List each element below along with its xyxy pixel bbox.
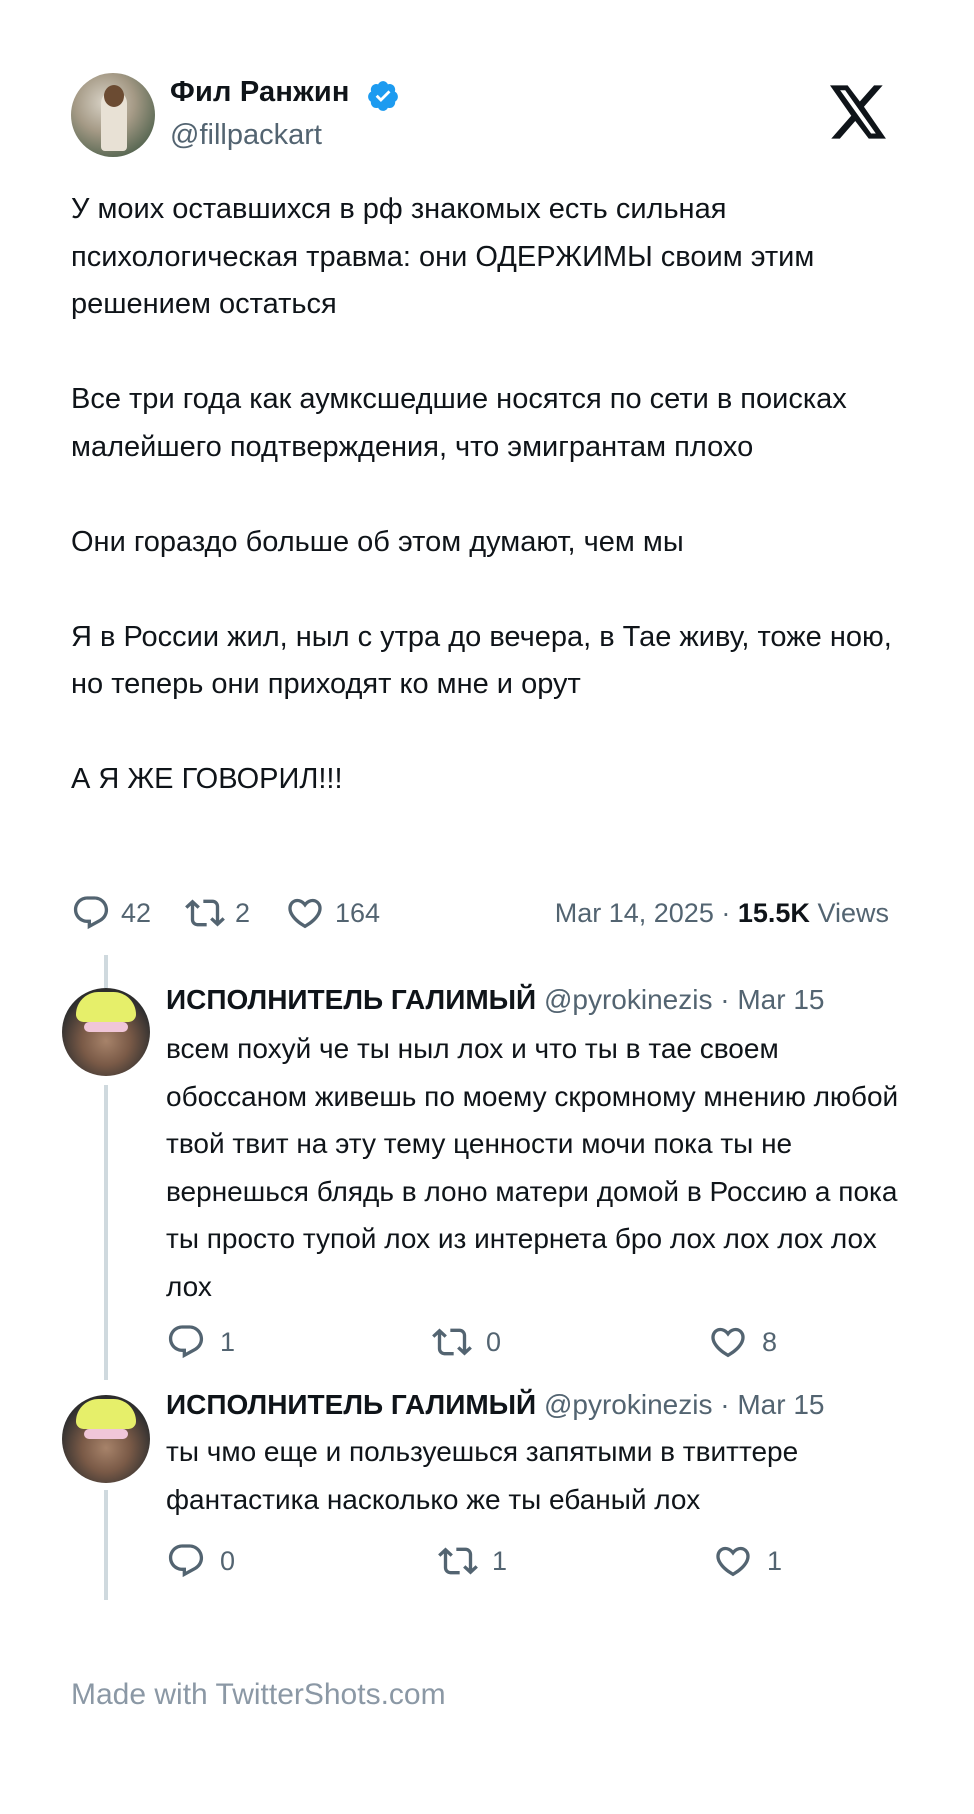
heart-icon [716, 1546, 750, 1577]
avatar-head [104, 85, 124, 107]
reply-author-handle[interactable]: @pyrokinezis [544, 984, 712, 1015]
heart-icon [711, 1327, 745, 1358]
reply-avatar[interactable] [62, 988, 150, 1076]
reply-text: ты чмо еще и пользуешься запятыми в твит… [166, 1436, 799, 1515]
reply-icon [73, 896, 109, 930]
reply-icon [168, 1544, 204, 1578]
avatar-hair [76, 992, 136, 1022]
reply-date[interactable]: · Mar 15 [720, 984, 824, 1015]
reply-like-button[interactable]: 1 [713, 1541, 782, 1581]
reply-retweet-button[interactable]: 0 [432, 1322, 501, 1362]
tweet-stats: 42 2 164 Mar 14, 2025 · 15.5K Views [0, 893, 974, 933]
like-count: 164 [335, 897, 381, 928]
reply-count: 42 [121, 897, 152, 928]
views-count: 15.5K [737, 898, 810, 928]
retweet-button[interactable]: 2 [185, 893, 250, 933]
like-count: 1 [767, 1545, 783, 1576]
retweet-count: 1 [492, 1545, 508, 1576]
footer-credit[interactable]: Made with TwitterShots.com [71, 1678, 446, 1712]
thread-line [104, 1490, 108, 1600]
like-count: 8 [762, 1326, 778, 1357]
tweet-text: У моих оставшихся в рф знакомых есть сил… [71, 193, 892, 795]
heart-icon [288, 898, 322, 929]
reply-reply-button[interactable]: 0 [166, 1541, 235, 1581]
author-name[interactable]: Фил Ранжин [170, 76, 350, 109]
retweet-icon [438, 1547, 478, 1575]
reply-retweet-button[interactable]: 1 [438, 1541, 507, 1581]
like-button[interactable]: 164 [285, 893, 380, 933]
views-label: Views [817, 898, 889, 928]
author-handle[interactable]: @fillpackart [170, 119, 322, 152]
reply-header: ИСПОЛНИТЕЛЬ ГАЛИМЫЙ @pyrokinezis · Mar 1… [166, 1389, 824, 1421]
tweet-date[interactable]: Mar 14, 2025 [555, 898, 714, 928]
reply-button[interactable]: 42 [71, 893, 151, 933]
x-logo-icon[interactable] [830, 85, 888, 139]
avatar-hair [76, 1399, 136, 1429]
retweet-count: 0 [486, 1326, 502, 1357]
reply-author-name[interactable]: ИСПОЛНИТЕЛЬ ГАЛИМЫЙ [166, 984, 536, 1015]
avatar-glasses [84, 1429, 128, 1439]
reply-author-name[interactable]: ИСПОЛНИТЕЛЬ ГАЛИМЫЙ [166, 1389, 536, 1420]
reply-header: ИСПОЛНИТЕЛЬ ГАЛИМЫЙ @pyrokinezis · Mar 1… [166, 984, 824, 1016]
reply-text: всем похуй че ты ныл лох и что ты в тае … [166, 1033, 899, 1302]
reply-avatar[interactable] [62, 1395, 150, 1483]
reply-count: 0 [220, 1545, 236, 1576]
reply-like-button[interactable]: 8 [708, 1322, 777, 1362]
meta-separator: · [721, 898, 731, 928]
reply-icon [168, 1325, 204, 1359]
retweet-count: 2 [235, 897, 251, 928]
retweet-icon [185, 899, 225, 927]
retweet-icon [432, 1328, 472, 1356]
tweet-meta: Mar 14, 2025 · 15.5K Views [555, 893, 889, 933]
reply-count: 1 [220, 1326, 236, 1357]
reply-reply-button[interactable]: 1 [166, 1322, 235, 1362]
tweet-screenshot: Фил Ранжин @fillpackart У моих оставшихс… [0, 0, 974, 1814]
thread-line [104, 1085, 108, 1380]
verified-badge-icon [368, 81, 398, 111]
avatar-glasses [84, 1022, 128, 1032]
thread-line [104, 955, 108, 988]
reply-date[interactable]: · Mar 15 [720, 1389, 824, 1420]
reply-author-handle[interactable]: @pyrokinezis [544, 1389, 712, 1420]
author-avatar[interactable] [71, 73, 155, 157]
